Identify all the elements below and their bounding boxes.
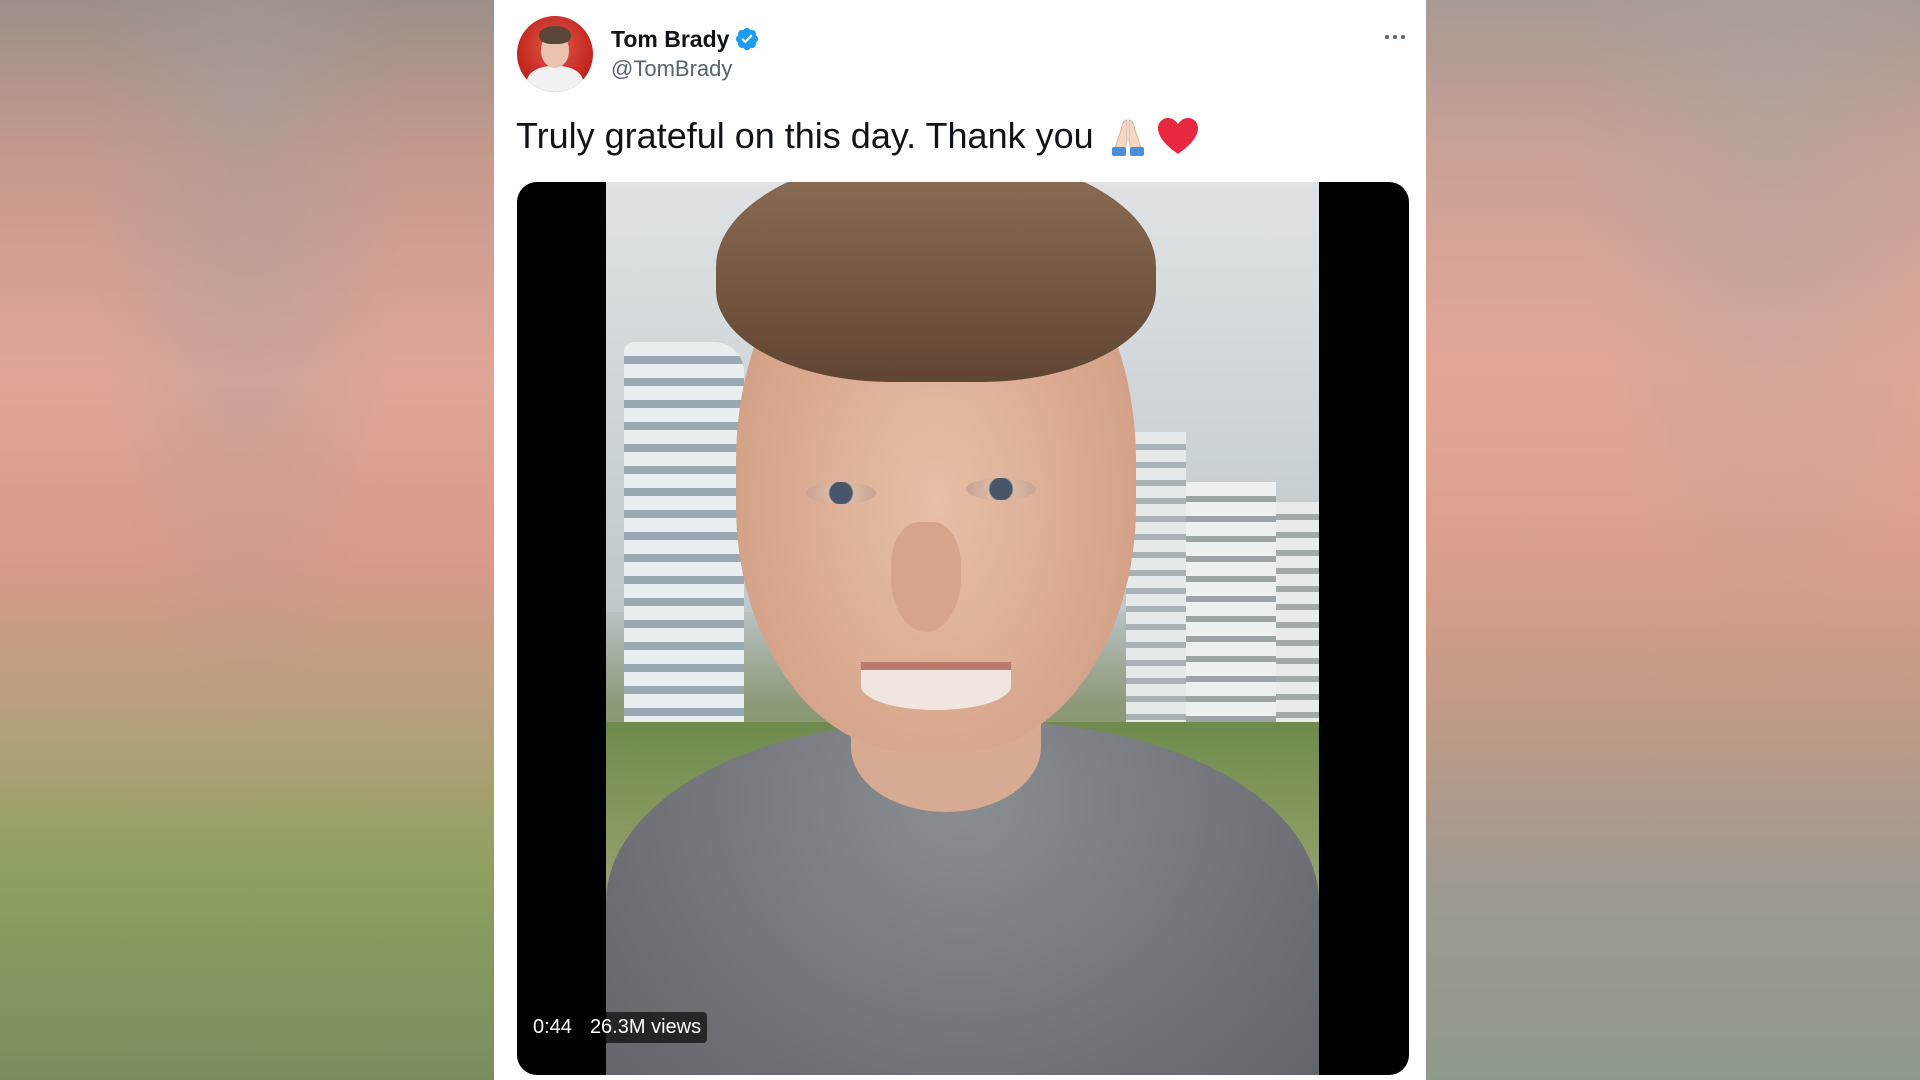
more-dot-icon: [1385, 35, 1389, 39]
verified-badge-icon: [736, 27, 759, 51]
video-person-hair: [716, 182, 1156, 382]
video-building: [1276, 502, 1319, 742]
folded-hands-icon: [1111, 119, 1144, 156]
video-frame[interactable]: [606, 182, 1319, 1075]
video-duration: 0:44: [533, 1016, 572, 1038]
video-person-eye: [806, 482, 876, 504]
red-heart-icon: [1157, 118, 1198, 154]
tweet-text-row: Truly grateful on this day. Thank you: [516, 114, 1200, 158]
video-overlay: 0:44 26.3M views: [533, 1012, 708, 1043]
tweet-text: Truly grateful on this day. Thank you: [516, 115, 1094, 156]
video-player[interactable]: 0:44 26.3M views: [517, 182, 1409, 1075]
tweet-card: Tom Brady @TomBrady Truly grateful on th…: [494, 0, 1426, 1080]
more-options-button[interactable]: [1380, 26, 1410, 48]
avatar[interactable]: [517, 16, 593, 92]
blurred-background-left: [0, 0, 494, 1080]
video-building: [624, 342, 744, 762]
blurred-background-right: [1426, 0, 1920, 1080]
video-person-nose: [891, 522, 961, 632]
display-name[interactable]: Tom Brady: [611, 26, 729, 53]
video-building: [1186, 482, 1276, 742]
author-name-row: Tom Brady: [611, 24, 760, 54]
avatar-hair: [539, 26, 571, 44]
video-person-eye: [966, 478, 1036, 500]
more-dot-icon: [1393, 35, 1397, 39]
video-person-mouth: [861, 662, 1011, 710]
avatar-shirt: [527, 66, 583, 92]
author-handle[interactable]: @TomBrady: [611, 56, 732, 82]
video-view-count: 26.3M views: [583, 1012, 708, 1043]
more-dot-icon: [1401, 35, 1405, 39]
